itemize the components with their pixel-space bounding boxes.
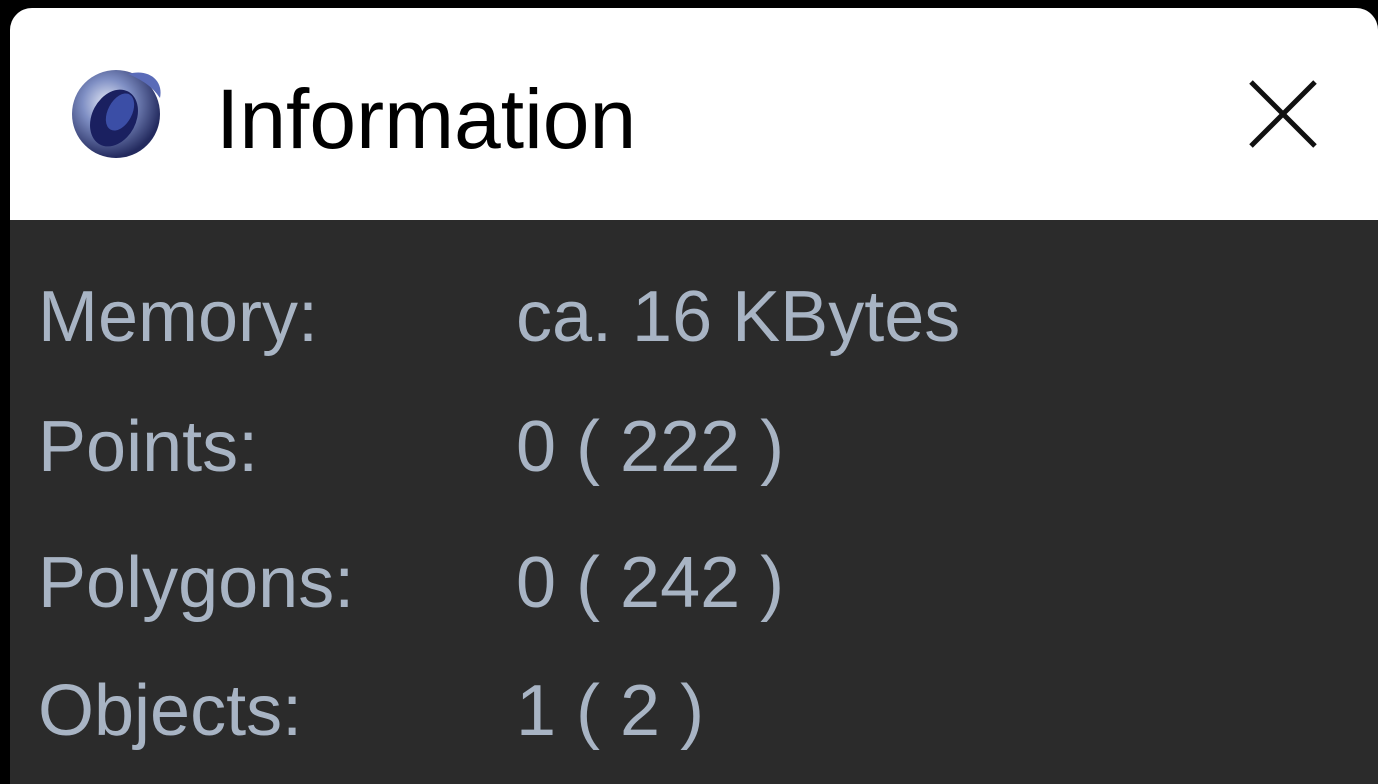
memory-value: ca. 16 KBytes [516, 277, 961, 357]
info-panel: Memory: ca. 16 KBytes Points: 0 ( 222 ) … [10, 220, 1378, 784]
objects-row: Objects: 1 ( 2 ) [38, 666, 704, 756]
objects-value: 1 ( 2 ) [516, 671, 705, 751]
points-value: 0 ( 222 ) [516, 407, 785, 487]
points-row: Points: 0 ( 222 ) [38, 402, 784, 492]
memory-row: Memory: ca. 16 KBytes [38, 272, 960, 362]
close-button[interactable] [1188, 8, 1378, 220]
close-icon [1249, 80, 1317, 148]
objects-label: Objects: [38, 671, 303, 751]
polygons-row: Polygons: 0 ( 242 ) [38, 538, 784, 628]
polygons-value: 0 ( 242 ) [516, 543, 785, 623]
cinema4d-app-icon [68, 60, 168, 164]
window-title: Information [216, 72, 637, 166]
title-bar[interactable]: Information [10, 8, 1378, 220]
memory-label: Memory: [38, 277, 319, 357]
polygons-label: Polygons: [38, 543, 355, 623]
information-dialog: Information Memory: ca. 16 KBytes Points… [10, 8, 1378, 784]
points-label: Points: [38, 407, 259, 487]
